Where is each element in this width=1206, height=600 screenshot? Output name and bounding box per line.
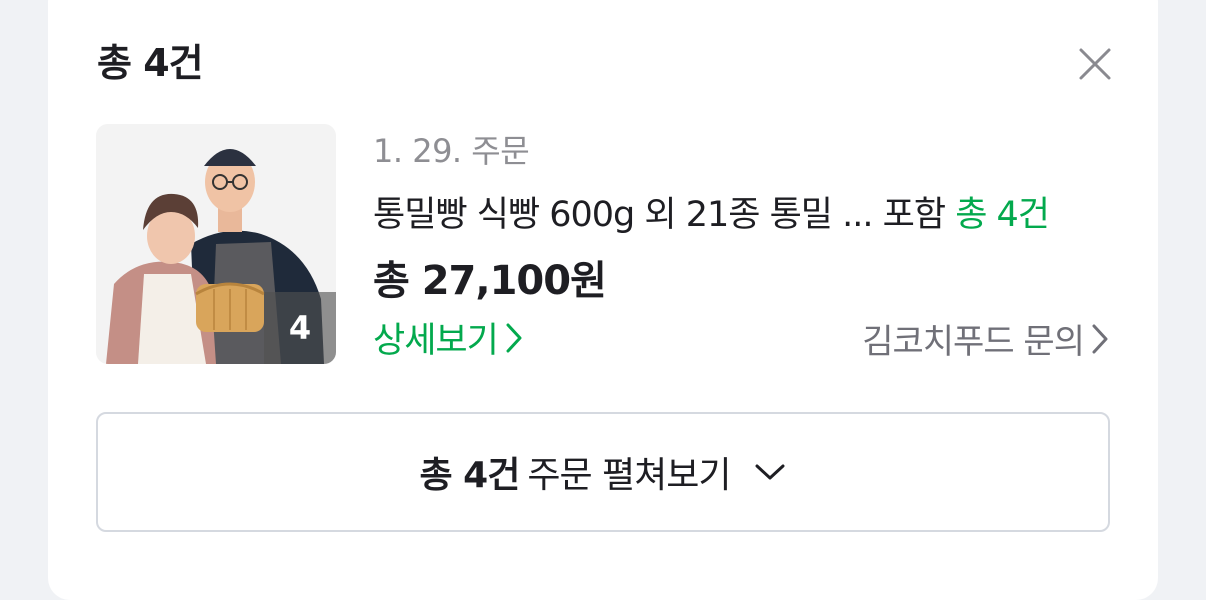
expand-orders-button[interactable]: 총 4건 주문 펼쳐보기 bbox=[96, 412, 1110, 532]
detail-link[interactable]: 상세보기 bbox=[373, 312, 524, 363]
page-title: 총 4건 bbox=[97, 41, 204, 85]
product-summary: 통밀빵 식빵 600g 외 21종 통밀 ... 포함 총 4건 bbox=[373, 186, 1113, 237]
chevron-right-icon bbox=[506, 323, 522, 352]
close-button[interactable] bbox=[1075, 44, 1115, 84]
product-thumbnail[interactable]: 4 bbox=[96, 124, 336, 364]
seller-inquiry-link[interactable]: 김코치푸드 문의 bbox=[862, 314, 1110, 363]
close-icon bbox=[1079, 48, 1111, 80]
order-date: 1. 29. 주문 bbox=[373, 132, 530, 170]
thumbnail-count-badge: 4 bbox=[264, 292, 336, 364]
product-summary-text: 통밀빵 식빵 600g 외 21종 통밀 ... bbox=[373, 195, 873, 235]
product-summary-suffix: 포함 bbox=[882, 195, 946, 235]
seller-inquiry-label: 김코치푸드 문의 bbox=[862, 322, 1085, 362]
chevron-down-icon bbox=[755, 464, 784, 480]
expand-action-label: 주문 펼쳐보기 bbox=[527, 455, 731, 496]
total-price: 총 27,100원 bbox=[373, 258, 607, 304]
product-count: 총 4건 bbox=[955, 195, 1050, 235]
expand-count-label: 총 4건 bbox=[419, 455, 521, 496]
chevron-right-icon bbox=[1092, 324, 1108, 353]
detail-label: 상세보기 bbox=[373, 321, 499, 361]
